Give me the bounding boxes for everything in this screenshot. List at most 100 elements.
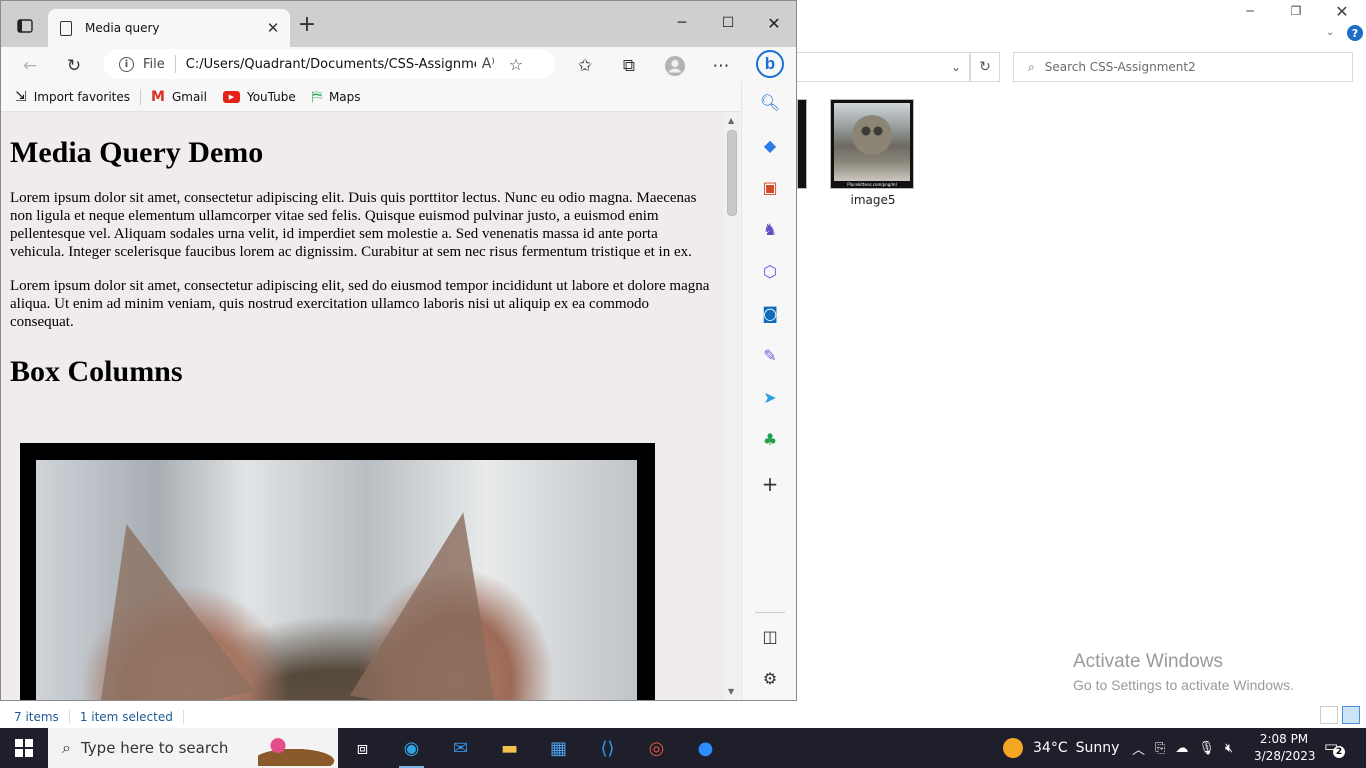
start-button[interactable] (0, 728, 48, 768)
favorite-gmail[interactable]: M Gmail (151, 89, 207, 105)
ribbon-expand-chevron-icon[interactable]: ⌄ (1326, 27, 1334, 38)
add-favorite-icon[interactable]: ☆ (509, 55, 523, 74)
taskbar-clock[interactable]: 2:08 PM 3/28/2023 (1254, 731, 1316, 765)
kitten-thumbnail-image (834, 103, 910, 181)
search-highlight-illustration (258, 732, 338, 766)
mail-taskbar-icon[interactable]: ✉ (436, 728, 485, 768)
weather-temperature: 34°C (1033, 740, 1068, 756)
volume-muted-icon[interactable]: 🔇︎ (1225, 741, 1233, 756)
paragraph-1: Lorem ipsum dolor sit amet, consectetur … (10, 190, 697, 260)
watermark-title: Activate Windows (1073, 651, 1223, 672)
page-content: Media Query Demo Lorem ipsum dolor sit a… (1, 136, 724, 389)
tab-close-icon[interactable]: ✕ (262, 19, 284, 37)
bing-icon: b (756, 50, 784, 78)
windows-logo-icon (15, 739, 33, 757)
clock-date: 3/28/2023 (1254, 749, 1316, 763)
back-arrow-icon[interactable]: ← (16, 53, 44, 79)
page-viewport[interactable]: Media Query Demo Lorem ipsum dolor sit a… (1, 112, 724, 700)
browser-toolbar: ← ↻ i File C:/Users/Quadrant/Documents/C… (1, 47, 796, 82)
large-icons-view-button[interactable] (1342, 706, 1360, 724)
file-explorer-taskbar-icon[interactable]: ▬ (485, 728, 534, 768)
paragraph-2: Lorem ipsum dolor sit amet, consectetur … (10, 278, 710, 330)
activate-windows-watermark: Activate Windows Go to Settings to activ… (1073, 651, 1294, 693)
address-scheme: File (143, 56, 165, 72)
tab-media-query[interactable]: Media query ✕ (48, 9, 290, 47)
hide-sidebar-icon[interactable]: ◫ (758, 624, 782, 648)
scroll-up-arrow-icon[interactable]: ▲ (728, 116, 734, 125)
onedrive-cloud-icon[interactable]: ☁ (1175, 741, 1188, 756)
help-icon[interactable]: ? (1347, 25, 1363, 41)
drop-send-icon[interactable]: ➤ (758, 385, 782, 409)
favorite-import[interactable]: ⇲ Import favorites (15, 89, 130, 105)
explorer-restore-button[interactable]: ❐ (1273, 0, 1319, 22)
taskbar-search-box[interactable]: ⌕ Type here to search (48, 728, 338, 768)
games-icon[interactable]: ♞ (758, 217, 782, 241)
info-icon[interactable]: i (119, 56, 134, 72)
minimize-button[interactable]: ─ (659, 11, 705, 35)
explorer-search-placeholder: Search CSS-Assignment2 (1044, 60, 1196, 74)
explorer-minimize-button[interactable]: ─ (1227, 0, 1273, 22)
collections-icon[interactable]: ⧉ (615, 53, 643, 79)
settings-gear-icon[interactable]: ⚙ (758, 666, 782, 690)
microsoft-store-taskbar-icon[interactable]: ▦ (534, 728, 583, 768)
more-options-icon[interactable]: ⋯ (707, 53, 735, 79)
designer-icon[interactable]: ✎ (758, 343, 782, 367)
sidebar-divider (755, 612, 785, 613)
scrollbar-thumb[interactable] (727, 130, 737, 216)
file-thumbnail-image5[interactable]: Placekittens.com/png/ml (830, 99, 914, 189)
add-app-icon[interactable]: + (758, 472, 782, 496)
explorer-refresh-button[interactable]: ↻ (970, 52, 1000, 82)
page-icon (60, 20, 72, 36)
taskbar-search-placeholder: Type here to search (80, 739, 229, 757)
status-divider (68, 710, 70, 724)
network-icon[interactable]: ⎘ (1155, 741, 1165, 756)
address-bar[interactable]: i File C:/Users/Quadrant/Documents/CSS-A… (103, 49, 555, 79)
new-tab-button[interactable]: + (296, 14, 318, 38)
maximize-button[interactable]: ☐ (705, 11, 751, 35)
sun-icon (1003, 738, 1023, 758)
maps-icon: ⛿ (311, 88, 322, 105)
vscode-taskbar-icon[interactable]: ⟨⟩ (583, 728, 632, 768)
scroll-down-arrow-icon[interactable]: ▼ (728, 687, 734, 696)
refresh-icon[interactable]: ↻ (60, 53, 88, 79)
explorer-status-bar: 7 items 1 item selected (0, 706, 1366, 728)
favorites-icon[interactable]: ✩ (571, 53, 599, 79)
task-view-icon[interactable]: ⧈ (338, 728, 387, 768)
explorer-search-input[interactable]: ⌕ Search CSS-Assignment2 (1013, 52, 1353, 82)
weather-description: Sunny (1075, 740, 1120, 756)
favorite-label: YouTube (246, 89, 296, 104)
box-columns-heading: Box Columns (10, 355, 183, 388)
close-button[interactable]: ✕ (751, 11, 796, 35)
search-icon[interactable]: 🔍︎ (758, 90, 782, 114)
thumbnail-caption: Placekittens.com/png/ml (847, 182, 897, 187)
address-url[interactable]: C:/Users/Quadrant/Documents/CSS-Assignme… (186, 57, 476, 72)
microsoft-365-icon[interactable]: ⬡ (758, 259, 782, 283)
read-aloud-icon[interactable]: A⁾ (482, 56, 495, 72)
kitten-photo (36, 460, 637, 700)
file-thumbnail-partial[interactable] (797, 99, 807, 189)
shopping-tag-icon[interactable]: ◆ (758, 133, 782, 157)
clock-time: 2:08 PM (1259, 732, 1309, 746)
address-dropdown-chevron-icon[interactable]: ⌄ (944, 52, 968, 82)
chrome-taskbar-icon[interactable]: ◎ (632, 728, 681, 768)
zoom-taskbar-icon[interactable]: ● (681, 728, 730, 768)
view-toggle-group (1320, 706, 1360, 724)
bing-copilot-button[interactable]: b (754, 47, 786, 81)
show-hidden-icons-chevron-icon[interactable]: ︿ (1132, 739, 1145, 758)
weather-widget[interactable]: 34°C Sunny (1003, 728, 1119, 768)
favorite-maps[interactable]: ⛿ Maps (312, 89, 361, 105)
details-view-button[interactable] (1320, 706, 1338, 724)
tools-briefcase-icon[interactable]: ▣ (758, 175, 782, 199)
notifications-button[interactable]: ▭ 2 (1324, 737, 1345, 758)
edge-taskbar-icon[interactable]: ◉ (387, 728, 436, 768)
microphone-icon[interactable]: 🎙︎ (1198, 741, 1215, 756)
profile-avatar[interactable] (661, 53, 689, 79)
explorer-close-button[interactable]: ✕ (1319, 0, 1365, 22)
tree-icon[interactable]: ♣ (758, 427, 782, 451)
tab-actions-icon[interactable] (11, 15, 39, 37)
address-divider (174, 55, 176, 73)
page-scrollbar[interactable]: ▲ ▼ (724, 112, 740, 700)
outlook-icon[interactable]: ◙ (758, 301, 782, 325)
file-label-image5[interactable]: image5 (830, 193, 916, 207)
favorite-youtube[interactable]: ▶ YouTube (222, 89, 296, 104)
